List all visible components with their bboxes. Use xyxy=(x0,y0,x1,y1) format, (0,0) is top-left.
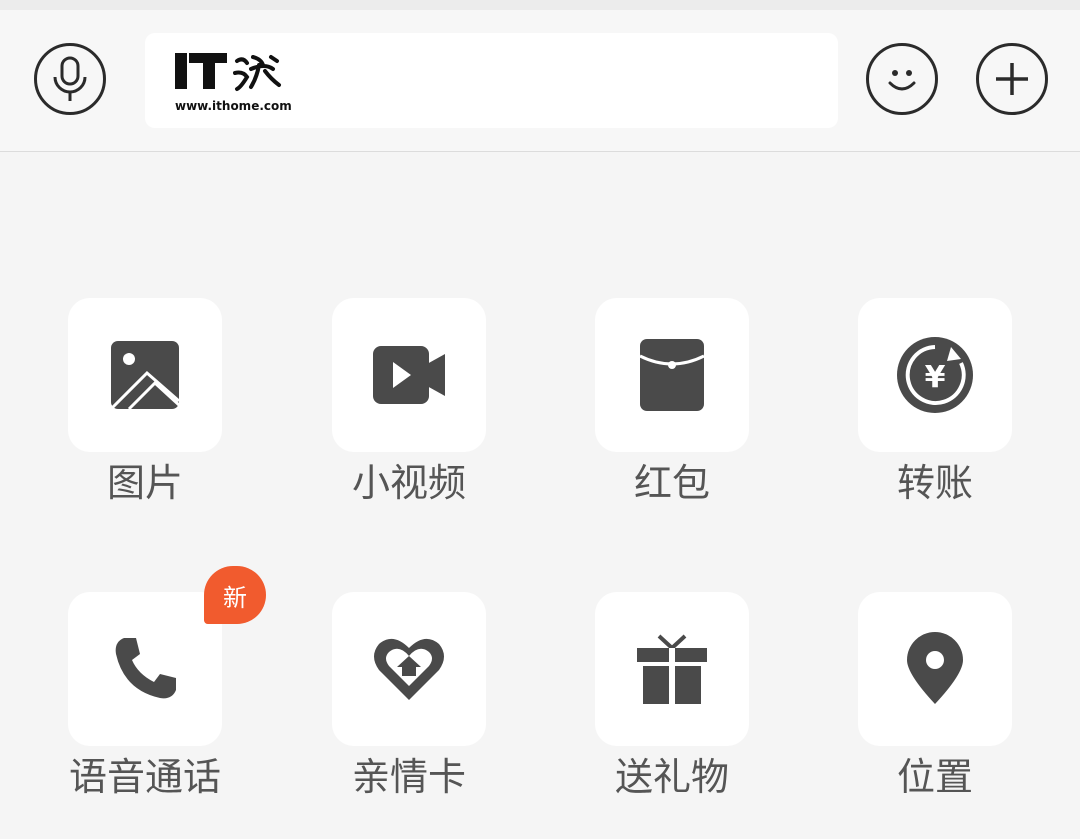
family-card-heart-icon xyxy=(374,638,444,700)
smiley-icon xyxy=(888,70,916,91)
more-functions-panel: 图片 小视频 红包 ¥ 转账 语音通话 亲情卡 送礼物 位置 xyxy=(0,152,1080,839)
ithome-watermark-logo: www.ithome.com xyxy=(173,51,303,113)
gift-button[interactable] xyxy=(595,592,749,746)
red-envelope-label: 红包 xyxy=(633,461,710,505)
gift-icon xyxy=(637,634,707,704)
microphone-icon xyxy=(53,56,87,101)
voice-call-label: 语音通话 xyxy=(68,755,221,799)
family-card-button[interactable] xyxy=(332,592,486,746)
video-camera-icon xyxy=(373,346,445,404)
message-input[interactable]: www.ithome.com xyxy=(145,33,838,128)
location-pin-icon xyxy=(907,632,963,704)
more-functions-button[interactable] xyxy=(976,43,1048,115)
top-divider-strip xyxy=(0,0,1080,10)
image-button[interactable] xyxy=(68,298,222,452)
location-label: 位置 xyxy=(896,755,973,799)
watermark-url: www.ithome.com xyxy=(175,99,292,113)
family-card-label: 亲情卡 xyxy=(351,755,466,799)
image-label: 图片 xyxy=(106,461,183,505)
transfer-yuan-icon: ¥ xyxy=(897,337,973,413)
chat-input-bar: www.ithome.com xyxy=(0,10,1080,152)
new-badge: 新 xyxy=(204,566,266,624)
video-label: 小视频 xyxy=(351,461,466,505)
voice-button[interactable] xyxy=(34,43,106,115)
video-button[interactable] xyxy=(332,298,486,452)
transfer-button[interactable]: ¥ xyxy=(858,298,1012,452)
red-envelope-icon xyxy=(639,339,705,411)
emoji-button[interactable] xyxy=(866,43,938,115)
gift-label: 送礼物 xyxy=(614,755,729,799)
voice-call-button[interactable] xyxy=(68,592,222,746)
phone-icon xyxy=(115,638,176,699)
transfer-label: 转账 xyxy=(896,461,973,505)
red-envelope-button[interactable] xyxy=(595,298,749,452)
plus-icon xyxy=(996,63,1028,95)
svg-text:¥: ¥ xyxy=(925,360,946,395)
location-button[interactable] xyxy=(858,592,1012,746)
image-icon xyxy=(109,341,181,411)
